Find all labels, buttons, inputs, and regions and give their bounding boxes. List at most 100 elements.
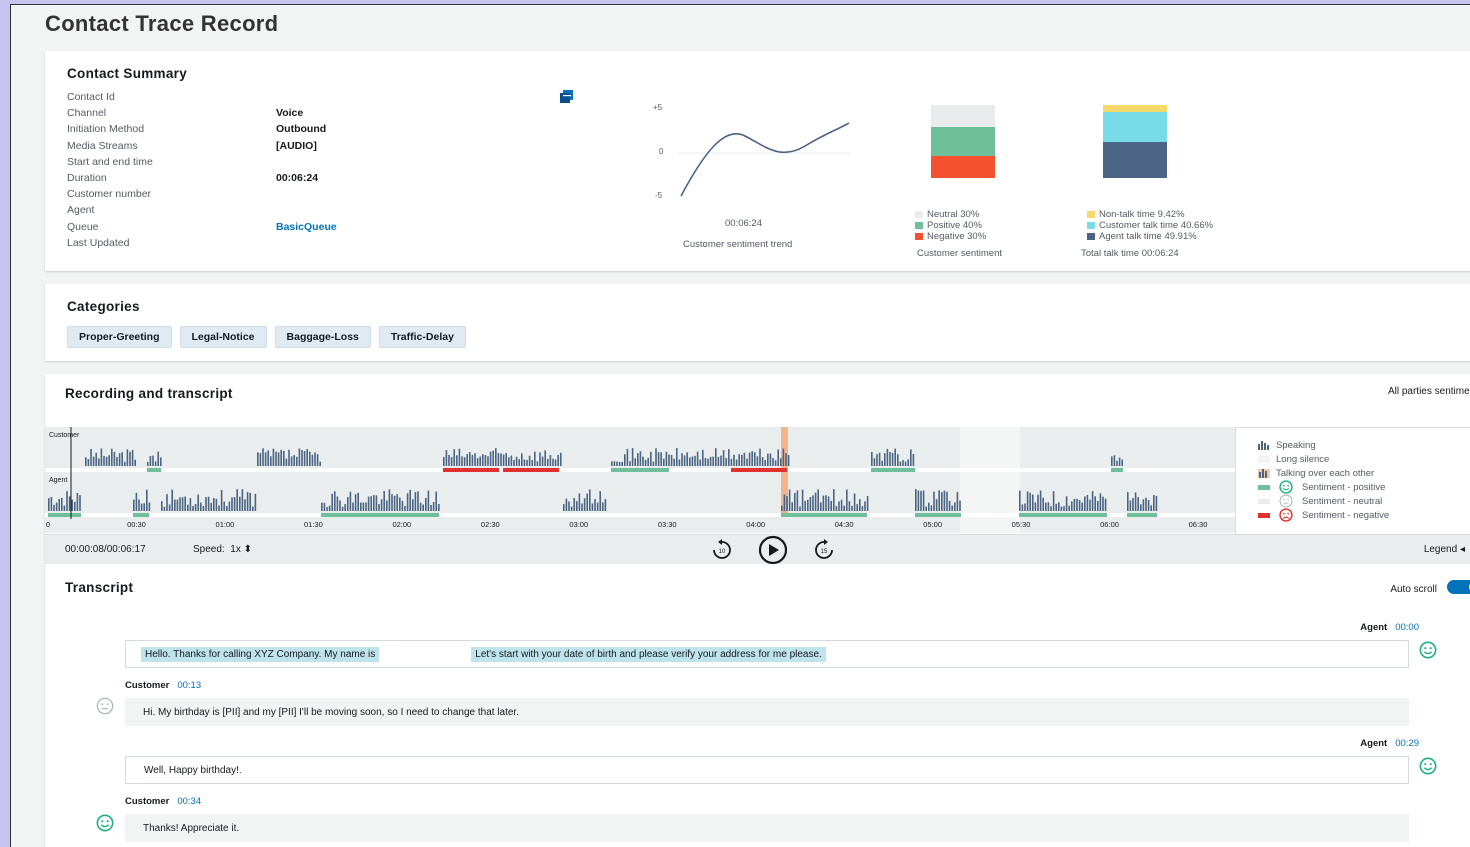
waveform-bar [769,453,772,466]
transcript-bubble-agent[interactable]: Hello. Thanks for calling XYZ Company. M… [125,640,1409,668]
waveform-bar [822,495,825,511]
waveform-bar [618,461,621,466]
waveform-bar [830,500,832,511]
waveform-bar [396,494,398,511]
waveform-bar [146,489,148,511]
waveform-bar [79,495,81,511]
waveform-bar [296,456,298,466]
waveform-bar [388,489,391,511]
waveform-bar [71,499,73,511]
legend-speaking: Speaking [1236,438,1470,452]
customer-sentiment-segment [931,156,995,178]
waveform-bar [881,460,883,466]
waveform-bar [1102,496,1104,511]
waveform-bar [393,495,396,511]
play-icon[interactable] [753,535,793,565]
waveform-bar [505,453,507,466]
sentiment-positive-mark [1111,468,1123,472]
waveform-bar [604,499,607,511]
waveform-bar [474,453,476,466]
waveform-bar [1021,504,1024,511]
waveform-bar [833,489,835,511]
timestamp-link[interactable]: 00:00 [1395,622,1419,633]
waveform-bar [218,505,220,511]
waveform-bar [344,503,346,511]
waveform-bar [399,497,401,511]
waveform-bar [226,505,228,511]
waveform-bar [166,494,168,511]
waveform-bar [613,461,616,466]
talk-time-segment [1103,105,1167,112]
waveform-bar [246,491,249,511]
waveform-bar [391,494,393,511]
waveform-bar [840,499,843,511]
category-chip[interactable]: Legal-Notice [179,326,267,348]
waveform-bar [270,456,272,466]
transcript-bubble-agent[interactable]: Well, Happy birthday!. [125,756,1409,784]
timeline-waveform[interactable]: Customer Agent 0 00:30 01:00 01:30 02:00 02:30 0… [45,427,1235,533]
category-chip[interactable]: Baggage-Loss [274,326,371,348]
timestamp-link[interactable]: 00:34 [177,796,201,807]
waveform-bar [425,497,427,511]
waveform-bar [897,454,899,466]
category-chip[interactable]: Traffic-Delay [378,326,466,348]
queue-link[interactable]: BasicQueue [276,221,337,237]
waveform-bar [513,459,515,466]
waveform-bar [712,456,714,466]
waveform-bar [539,452,541,466]
legend-button[interactable]: Legend ◂ [1424,544,1465,555]
waveform-bar [476,458,479,466]
copy-icon[interactable] [560,90,573,103]
waveform-bar [233,497,236,511]
waveform-bar [174,499,176,511]
waveform-bar [581,503,583,511]
waveform-bar [1145,497,1147,511]
waveform-bar [435,491,437,511]
waveform-bar [87,458,90,466]
field-contact-id: Contact Id [67,91,115,103]
waveform-bar [943,490,946,511]
waveform-bar [637,453,639,466]
waveform-bar [1132,498,1134,511]
all-parties-sentiment[interactable]: All parties sentiment [1388,386,1470,397]
waveform-bar [149,456,152,466]
waveform-bar [938,490,940,511]
waveform-bar [375,495,378,511]
frown-negative-icon [1279,508,1293,522]
waveform-bar [430,504,432,511]
waveform-bar [1034,502,1037,511]
waveform-bar [1116,460,1118,466]
timestamp-link[interactable]: 00:13 [177,680,201,691]
waveform-bar [785,453,787,466]
waveform-bar [1081,502,1083,511]
waveform-bar [1142,499,1145,511]
timestamp-link[interactable]: 00:29 [1395,738,1419,749]
waveform-bar [781,505,783,511]
time-tick-label: 02:00 [392,520,411,529]
waveform-bar [756,456,759,466]
time-tick-label: 01:00 [216,520,235,529]
waveform-bar [670,454,673,466]
waveform-bar [275,451,277,466]
waveform-bar [207,496,210,511]
rewind-10-icon[interactable]: 10 [709,538,735,562]
audio-timeline[interactable]: Customer Agent 0 00:30 01:00 01:30 02:00 02:30 0… [45,427,1235,533]
waveform-bar [1089,499,1091,511]
speaker-agent: Agent 00:00 [1360,622,1419,633]
waveform-bar [293,455,295,466]
waveform-bar [176,499,179,511]
waveform-bar [197,494,199,511]
auto-scroll-toggle[interactable] [1447,580,1470,594]
category-chip[interactable]: Proper-Greeting [67,326,172,348]
waveform-bar [843,505,845,511]
customer-sentiment-segment [931,105,995,127]
time-tick-label: 0 [46,520,50,529]
transcript-bubble-customer[interactable]: Hi. My birthday is [PII] and my [PII] I'… [125,698,1409,726]
transcript-bubble-customer[interactable]: Thanks! Appreciate it. [125,814,1409,842]
forward-15-icon[interactable]: 15 [811,538,837,562]
speed-select[interactable]: Speed: 1x ⬍ [193,544,252,555]
waveform-bar [702,449,704,466]
contact-trace-window: Contact Trace Record Contact Summary Con… [10,4,1470,847]
waveform-bar [239,496,241,511]
waveform-bar [754,452,756,466]
